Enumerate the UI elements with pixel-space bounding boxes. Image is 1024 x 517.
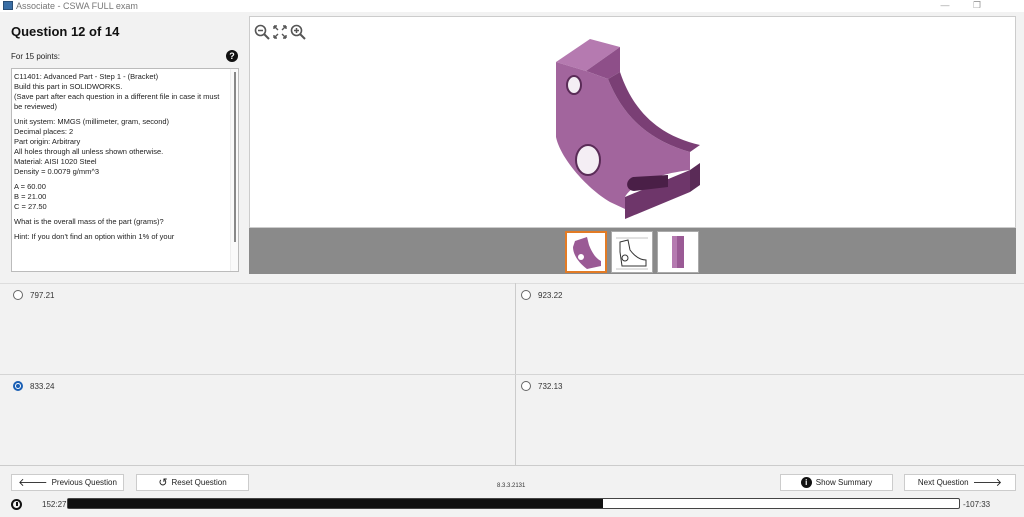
previous-question-label: Previous Question <box>51 478 117 487</box>
answer-divider-horizontal <box>0 374 1024 375</box>
question-line: Density = 0.0079 g/mm^3 <box>14 167 100 176</box>
answer-option-4[interactable]: 732.13 <box>521 381 562 391</box>
question-line: Part origin: Arbitrary <box>14 137 81 146</box>
window-title: Associate - CSWA FULL exam <box>16 1 138 11</box>
clock-icon <box>11 499 22 510</box>
elapsed-time: 152:27 <box>42 500 67 509</box>
reset-icon: ↺ <box>158 476 168 489</box>
thumbnail-side-view[interactable] <box>657 231 699 273</box>
part-model-image <box>556 39 700 219</box>
question-line: Decimal places: 2 <box>14 127 74 136</box>
thumbnail-iso-view[interactable] <box>565 231 607 273</box>
question-line: Material: AISI 1020 Steel <box>14 157 97 166</box>
answer-label: 923.22 <box>538 290 563 300</box>
model-viewer[interactable] <box>249 16 1016 228</box>
arrow-left-icon: 🡐 <box>18 476 48 489</box>
radio-button[interactable] <box>521 290 531 300</box>
answer-label: 732.13 <box>538 381 563 391</box>
scrollbar-thumb[interactable] <box>234 72 236 242</box>
arrow-right-icon: 🡒 <box>972 476 1003 489</box>
points-label: For 15 points: <box>11 52 60 61</box>
remaining-time: -107:33 <box>963 500 991 509</box>
reset-question-button[interactable]: ↺ Reset Question <box>136 474 249 491</box>
answer-label: 797.21 <box>30 290 55 300</box>
zoom-in-icon[interactable] <box>290 24 306 40</box>
viewer-toolbar <box>254 23 306 41</box>
footer-divider <box>0 465 1024 466</box>
info-icon: i <box>800 477 812 488</box>
answer-label: 833.24 <box>30 381 55 391</box>
radio-button[interactable] <box>13 381 23 391</box>
time-progress-fill <box>68 499 603 508</box>
answer-option-3[interactable]: 833.24 <box>13 381 54 391</box>
answer-option-1[interactable]: 797.21 <box>13 290 54 300</box>
question-text-box[interactable]: C11401: Advanced Part - Step 1 - (Bracke… <box>11 68 239 272</box>
question-title: Question 12 of 14 <box>11 24 120 39</box>
next-question-button[interactable]: Next Question 🡒 <box>904 474 1016 491</box>
question-line: All holes through all unless shown other… <box>14 147 164 156</box>
version-label: 8.3.3.2131 <box>497 483 526 489</box>
minimize-button[interactable]: — <box>930 0 960 12</box>
radio-button[interactable] <box>521 381 531 391</box>
question-line: (Save part after each question in a diff… <box>14 92 220 111</box>
question-line: A = 60.00 <box>14 182 46 191</box>
answer-option-2[interactable]: 923.22 <box>521 290 562 300</box>
question-line: C11401: Advanced Part - Step 1 - (Bracke… <box>14 72 159 81</box>
restore-button[interactable]: ❐ <box>962 0 992 12</box>
show-summary-button[interactable]: i Show Summary <box>780 474 893 491</box>
thumbnail-drawing-view[interactable] <box>611 231 653 273</box>
reset-question-label: Reset Question <box>171 478 227 487</box>
question-line: B = 21.00 <box>14 192 47 201</box>
question-line: Hint: If you don't find an option within… <box>14 232 175 241</box>
question-line: C = 27.50 <box>14 202 47 211</box>
thumbnail-strip <box>249 228 1016 274</box>
question-line: What is the overall mass of the part (gr… <box>14 217 164 226</box>
question-line: Build this part in SOLIDWORKS. <box>14 82 123 91</box>
show-summary-label: Show Summary <box>815 478 873 487</box>
time-progress-bar <box>67 498 960 509</box>
question-text: C11401: Advanced Part - Step 1 - (Bracke… <box>14 72 226 242</box>
radio-button[interactable] <box>13 290 23 300</box>
next-question-label: Next Question <box>917 478 969 487</box>
previous-question-button[interactable]: 🡐 Previous Question <box>11 474 124 491</box>
question-line: Unit system: MMGS (millimeter, gram, sec… <box>14 117 170 126</box>
app-icon <box>3 1 13 10</box>
question-scrollbar[interactable] <box>230 69 238 271</box>
window-titlebar: Associate - CSWA FULL exam — ❐ <box>0 0 1024 12</box>
zoom-out-icon[interactable] <box>254 24 270 40</box>
fit-icon[interactable] <box>272 24 288 40</box>
help-icon[interactable]: ? <box>226 50 238 62</box>
